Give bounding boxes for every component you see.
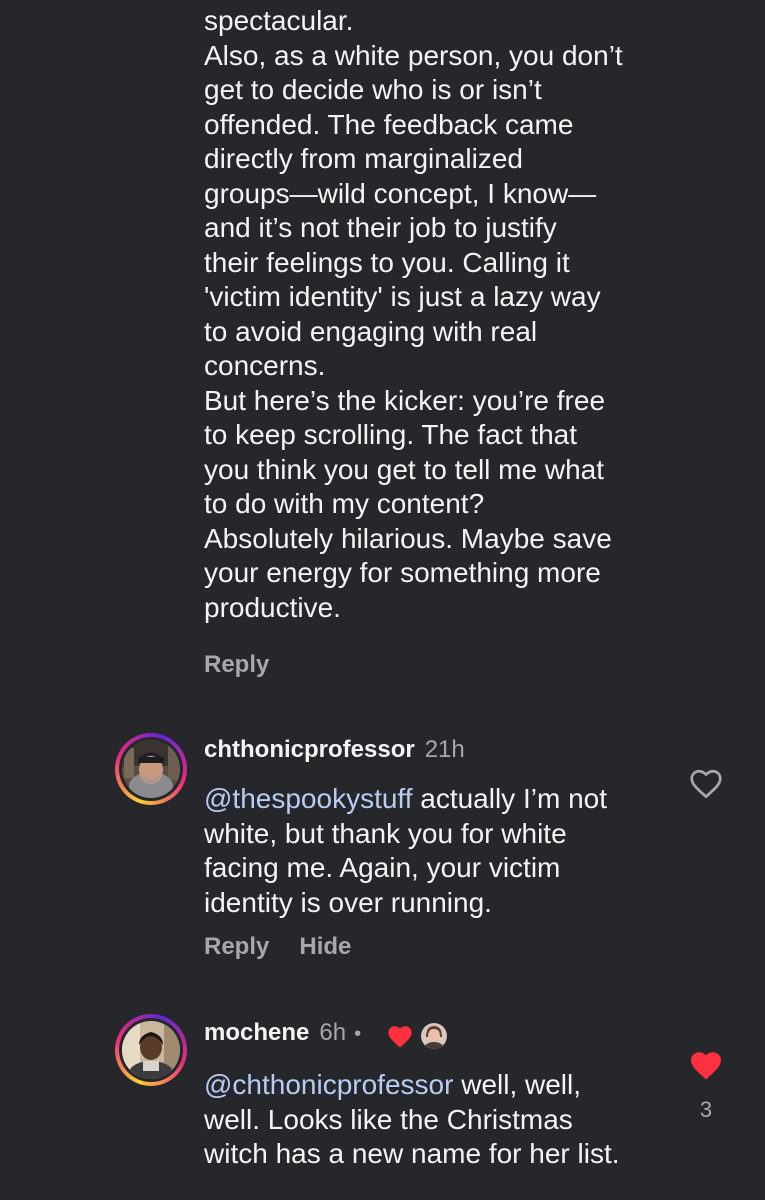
- comment-line: your energy for something more: [204, 557, 601, 588]
- comment-line: identity is over running.: [204, 886, 492, 918]
- comment-line: Also, as a white person, you don’t: [204, 39, 623, 71]
- creator-avatar: [421, 1023, 447, 1049]
- timestamp: 21h: [424, 736, 465, 763]
- comment-line: to keep scrolling. The fact that: [204, 419, 578, 450]
- username[interactable]: chthonicprofessor: [204, 736, 415, 763]
- comment-text-segment: actually I’m not: [412, 783, 607, 814]
- comment-line: concerns.: [204, 350, 326, 381]
- comment-line: @thespookystuff actually I’m not: [204, 782, 674, 817]
- heart-outline-icon[interactable]: [688, 766, 724, 802]
- reply-button[interactable]: Reply: [204, 933, 269, 960]
- comment-line: witch has a new name for her list.: [204, 1138, 620, 1169]
- parent-comment-text: spectacular. Also, as a white person, yo…: [204, 4, 674, 625]
- creator-liked-badge: [386, 1021, 450, 1051]
- username[interactable]: mochene: [204, 1019, 309, 1046]
- comment-line: But here’s the kicker: you’re free: [204, 384, 606, 416]
- comment-line: to avoid engaging with real: [204, 315, 538, 347]
- comment-line: white, but thank you for white: [204, 817, 567, 849]
- comment-line: to do with my content?: [204, 488, 485, 519]
- timestamp: 6h: [319, 1019, 347, 1046]
- comment-line: 'victim identity' is just a lazy way: [204, 281, 601, 312]
- comment-line: spectacular.: [204, 5, 354, 36]
- comment-text: @chthonicprofessor well, well, well. Loo…: [204, 1068, 674, 1172]
- comment-actions: Reply Hide: [204, 933, 351, 961]
- comment-line: directly from marginalized: [204, 143, 523, 174]
- comment-line: @chthonicprofessor well, well,: [204, 1068, 674, 1103]
- avatar-photo: [122, 1021, 180, 1079]
- comment-line: get to decide who is or isn’t: [204, 74, 542, 105]
- avatar[interactable]: [115, 1014, 187, 1086]
- comment-line: their feelings to you. Calling it: [204, 246, 570, 278]
- heart-filled-icon: [388, 1026, 412, 1048]
- comment-text: @thespookystuff actually I’m not white, …: [204, 782, 674, 920]
- comment-text-segment: well, well,: [453, 1069, 582, 1100]
- avatar-photo: [122, 740, 180, 798]
- avatar[interactable]: [115, 733, 187, 805]
- like-count: 3: [699, 1097, 713, 1122]
- mention-link[interactable]: @chthonicprofessor: [204, 1069, 453, 1100]
- comment-line: Absolutely hilarious. Maybe save: [204, 522, 612, 554]
- heart-filled-icon[interactable]: [688, 1048, 724, 1084]
- comment-line: productive.: [204, 591, 341, 623]
- mention-link[interactable]: @thespookystuff: [204, 783, 412, 814]
- separator-dot: •: [354, 1023, 362, 1045]
- comment-line: and it’s not their job to justify: [204, 212, 557, 243]
- comment-line: you think you get to tell me what: [204, 453, 604, 485]
- comment-line: well. Looks like the Christmas: [204, 1103, 573, 1135]
- comment-line: offended. The feedback came: [204, 108, 574, 140]
- comment-line: groups—wild concept, I know—: [204, 177, 597, 209]
- comment-line: facing me. Again, your victim: [204, 852, 561, 883]
- reply-button[interactable]: Reply: [204, 651, 269, 679]
- hide-button[interactable]: Hide: [299, 933, 351, 960]
